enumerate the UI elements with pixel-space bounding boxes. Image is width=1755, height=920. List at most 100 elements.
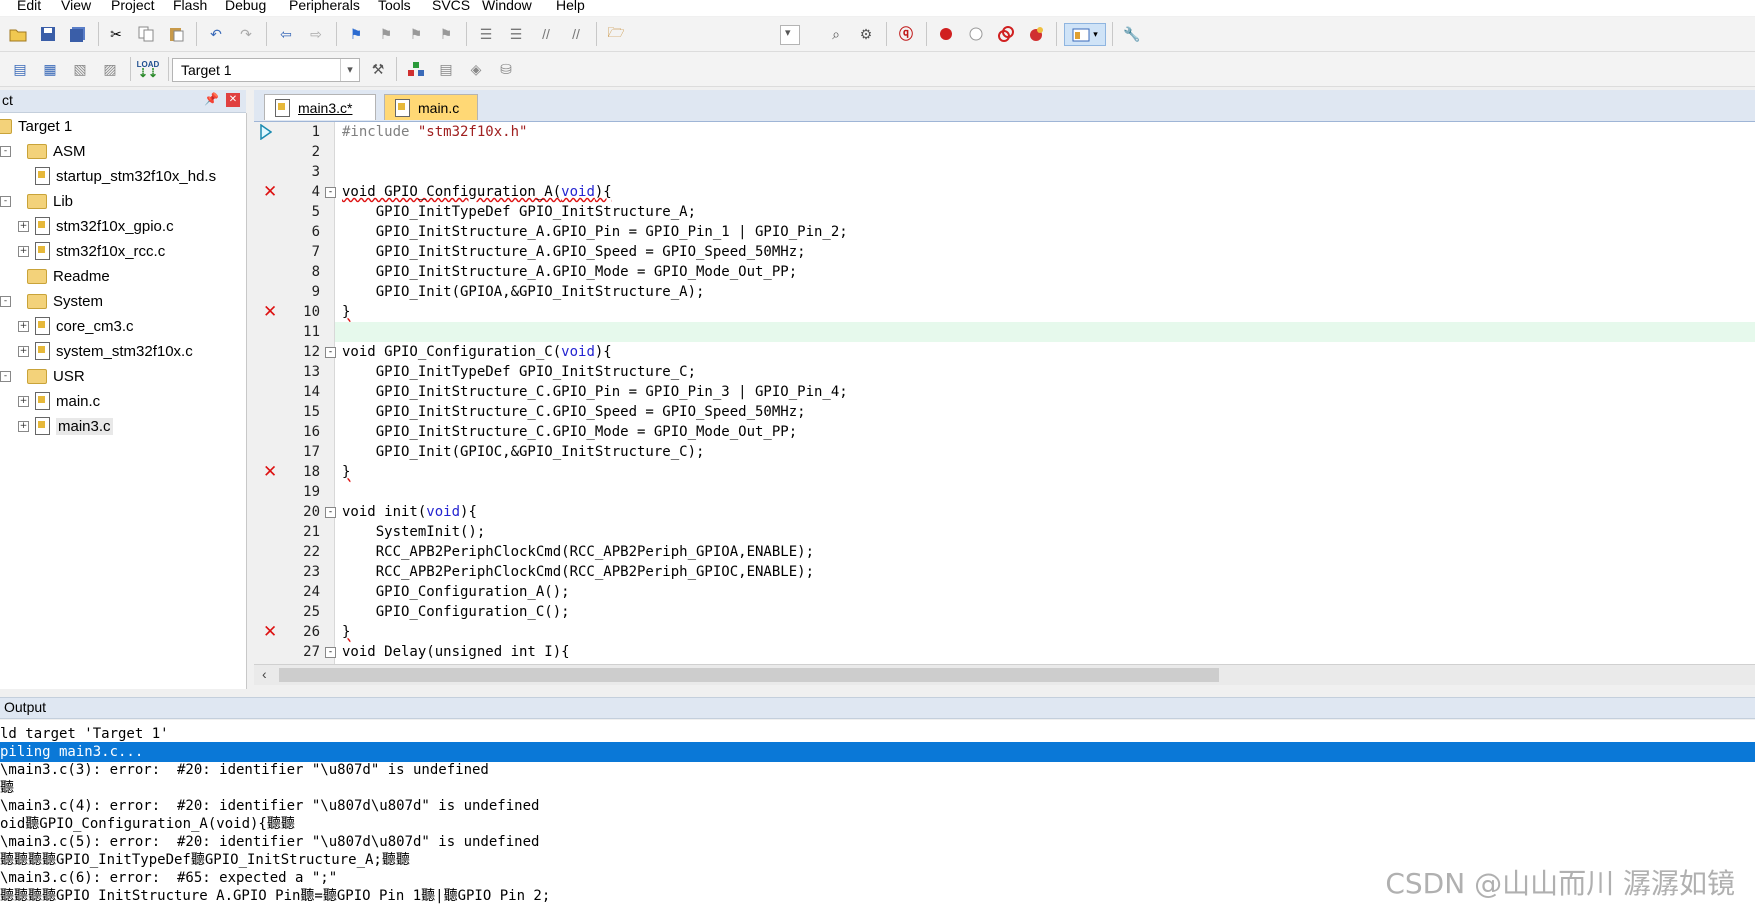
collapse-icon[interactable]: - [0, 145, 11, 157]
redo-icon[interactable]: ↷ [236, 24, 256, 44]
manage-components-icon[interactable] [406, 59, 426, 79]
unindent-icon[interactable]: ☰ [506, 24, 526, 44]
collapse-icon[interactable]: - [0, 195, 11, 207]
output-line[interactable]: oid聽GPIO_Configuration_A(void){聽聽 [0, 814, 1755, 834]
code-line[interactable]: 15 GPIO_InitStructure_C.GPIO_Speed = GPI… [254, 402, 1755, 422]
configure-icon[interactable]: 🔧 [1122, 24, 1142, 44]
collapse-icon[interactable]: - [0, 295, 11, 307]
tree-item[interactable]: Readme [0, 265, 110, 287]
code-line[interactable]: ✕ 10} [254, 302, 1755, 322]
menu-project[interactable]: Project [108, 0, 158, 13]
tree-item[interactable]: - USR [0, 365, 85, 387]
window-layout-icon[interactable]: ▾ [1064, 23, 1106, 46]
download-icon[interactable]: LOAD ⇣⇣ [137, 59, 160, 80]
code-line[interactable]: 17 GPIO_Init(GPIOC,&GPIO_InitStructure_C… [254, 442, 1755, 462]
output-line[interactable]: 聽 [0, 778, 1755, 798]
tree-item[interactable]: + main3.c [18, 415, 113, 437]
expand-icon[interactable]: + [18, 245, 29, 257]
expand-icon[interactable]: + [18, 320, 29, 332]
select-packs-icon[interactable]: ▤ [436, 59, 456, 79]
multi-project-icon[interactable]: ⛁ [496, 59, 516, 79]
undo-icon[interactable]: ↶ [206, 24, 226, 44]
menu-peripherals[interactable]: Peripherals [286, 0, 363, 13]
scroll-left-icon[interactable]: ‹ [262, 666, 267, 682]
prev-bookmark-icon[interactable]: ⚑ [376, 24, 396, 44]
code-line[interactable]: 22 RCC_APB2PeriphClockCmd(RCC_APB2Periph… [254, 542, 1755, 562]
menu-debug[interactable]: Debug [222, 0, 269, 13]
fold-toggle-icon[interactable]: - [325, 507, 336, 518]
fold-toggle-icon[interactable]: - [325, 347, 336, 358]
expand-icon[interactable]: + [18, 345, 29, 357]
tree-item[interactable]: - ASM [0, 140, 86, 162]
open-folder-icon[interactable] [8, 24, 28, 44]
indent-icon[interactable]: ☰ [476, 24, 496, 44]
code-line[interactable]: 14 GPIO_InitStructure_C.GPIO_Pin = GPIO_… [254, 382, 1755, 402]
code-line[interactable]: 21 SystemInit(); [254, 522, 1755, 542]
tree-item[interactable]: - System [0, 290, 103, 312]
menu-edit[interactable]: Edit [14, 0, 44, 13]
find-in-files-icon[interactable]: 🗁 [606, 24, 626, 44]
output-line[interactable]: \main3.c(4): error: #20: identifier "\u8… [0, 796, 1755, 816]
batch-build-icon[interactable]: ▨ [100, 59, 120, 79]
tree-item[interactable]: + core_cm3.c [18, 315, 134, 337]
code-line[interactable]: 9 GPIO_Init(GPIOA,&GPIO_InitStructure_A)… [254, 282, 1755, 302]
code-line[interactable]: 2 [254, 142, 1755, 162]
output-line[interactable]: \main3.c(3): error: #20: identifier "\u8… [0, 760, 1755, 780]
code-line[interactable]: 13 GPIO_InitTypeDef GPIO_InitStructure_C… [254, 362, 1755, 382]
code-line[interactable]: 16 GPIO_InitStructure_C.GPIO_Mode = GPIO… [254, 422, 1755, 442]
tab-main3c[interactable]: main3.c* [264, 94, 376, 120]
comment-icon[interactable]: // [536, 24, 556, 44]
expand-icon[interactable]: + [18, 395, 29, 407]
nav-back-icon[interactable]: ⇦ [276, 24, 296, 44]
copy-icon[interactable] [136, 24, 156, 44]
menu-tools[interactable]: Tools [375, 0, 414, 13]
breakpoint-icon[interactable] [936, 24, 956, 44]
menu-help[interactable]: Help [553, 0, 588, 13]
incremental-find-icon[interactable]: ⚙ [856, 24, 876, 44]
rebuild-icon[interactable]: ▧ [70, 59, 90, 79]
next-bookmark-icon[interactable]: ⚑ [406, 24, 426, 44]
code-line[interactable]: ✕ 4- void GPIO_Configuration_A(void){ [254, 182, 1755, 202]
find-icon[interactable]: ⌕ [826, 24, 846, 44]
save-icon[interactable] [38, 24, 58, 44]
code-line[interactable]: 1 #include "stm32f10x.h" [254, 122, 1755, 142]
code-line[interactable]: 12- void GPIO_Configuration_C(void){ [254, 342, 1755, 362]
code-line[interactable]: 5 GPIO_InitTypeDef GPIO_InitStructure_A; [254, 202, 1755, 222]
editor-horizontal-scrollbar[interactable]: ‹ [254, 664, 1755, 685]
code-line[interactable]: 6 GPIO_InitStructure_A.GPIO_Pin = GPIO_P… [254, 222, 1755, 242]
close-icon[interactable]: ✕ [226, 93, 240, 107]
build-icon[interactable]: ▦ [40, 59, 60, 79]
expand-icon[interactable]: + [18, 220, 29, 232]
code-line[interactable]: ✕ 18} [254, 462, 1755, 482]
code-line[interactable]: 23 RCC_APB2PeriphClockCmd(RCC_APB2Periph… [254, 562, 1755, 582]
menu-flash[interactable]: Flash [170, 0, 210, 13]
pin-icon[interactable]: 📌 [204, 92, 219, 106]
kill-all-icon[interactable] [1026, 24, 1046, 44]
uncomment-icon[interactable]: // [566, 24, 586, 44]
tree-item[interactable]: - Lib [0, 190, 73, 212]
code-line[interactable]: 24 GPIO_Configuration_A(); [254, 582, 1755, 602]
code-line[interactable]: 8 GPIO_InitStructure_A.GPIO_Mode = GPIO_… [254, 262, 1755, 282]
tree-item[interactable]: + system_stm32f10x.c [18, 340, 193, 362]
code-line[interactable]: 7 GPIO_InitStructure_A.GPIO_Speed = GPIO… [254, 242, 1755, 262]
code-line[interactable]: 20- void init(void){ [254, 502, 1755, 522]
collapse-icon[interactable]: - [0, 370, 11, 382]
translate-icon[interactable]: ▤ [10, 59, 30, 79]
menu-view[interactable]: View [58, 0, 94, 13]
debug-session-icon[interactable]: ⓠ [896, 24, 916, 44]
output-line[interactable]: ld target 'Target 1' [0, 724, 1755, 744]
paste-icon[interactable] [166, 24, 186, 44]
kill-breakpoints-icon[interactable] [996, 24, 1016, 44]
clear-bookmarks-icon[interactable]: ⚑ [436, 24, 456, 44]
code-line[interactable]: ✕ 26} [254, 622, 1755, 642]
code-editor[interactable]: 1 #include "stm32f10x.h" 2 3 ✕ 4- void GPIO_Co… [254, 122, 1755, 668]
menu-window[interactable]: Window [479, 0, 535, 13]
code-line[interactable]: 27- void Delay(unsigned int I){ [254, 642, 1755, 662]
menu-svcs[interactable]: SVCS [429, 0, 473, 13]
fold-toggle-icon[interactable]: - [325, 187, 336, 198]
cut-icon[interactable]: ✂ [106, 24, 126, 44]
output-line[interactable]: \main3.c(5): error: #20: identifier "\u8… [0, 832, 1755, 852]
scrollbar-thumb[interactable] [279, 668, 1219, 682]
fold-toggle-icon[interactable]: - [325, 647, 336, 658]
expand-icon[interactable]: + [18, 420, 29, 432]
